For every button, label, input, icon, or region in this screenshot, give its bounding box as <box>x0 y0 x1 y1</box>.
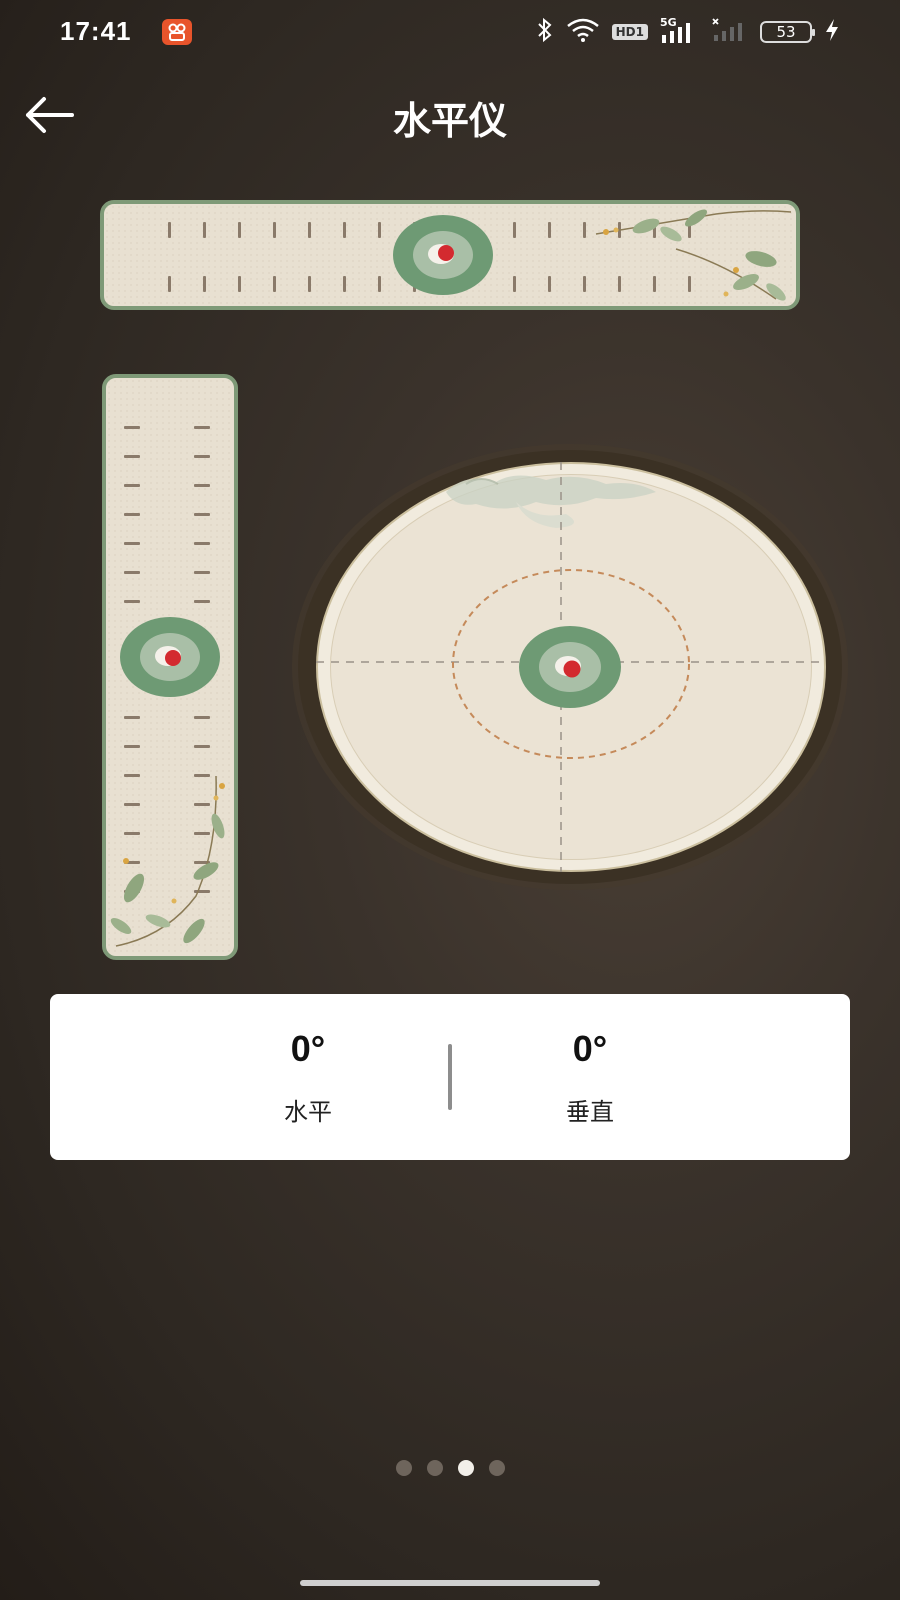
cloud-decoration <box>446 475 656 528</box>
angle-readout-card: 0° 水平 0° 垂直 <box>50 994 850 1160</box>
page-dot-active[interactable] <box>457 1460 474 1476</box>
wifi-icon <box>566 18 600 46</box>
page-indicator <box>0 1460 900 1476</box>
flower-decoration <box>595 209 792 301</box>
status-time: 17:41 <box>60 16 132 46</box>
battery-level: 53 <box>776 23 796 41</box>
circular-bubble <box>519 626 621 708</box>
page-dot[interactable] <box>426 1460 443 1476</box>
vertical-angle-value: 0° <box>572 1028 608 1069</box>
lightning-icon <box>824 17 840 47</box>
horizontal-tube-level <box>100 200 800 310</box>
vertical-tube-level <box>102 374 238 960</box>
signal-no-service-icon <box>712 17 748 47</box>
horizontal-angle-label: 水平 <box>284 1098 332 1126</box>
page-dot[interactable] <box>395 1460 412 1476</box>
bluetooth-icon <box>536 17 554 47</box>
hd-badge: HD1 <box>611 24 648 40</box>
page-title: 水平仪 <box>392 99 507 143</box>
readout-divider <box>448 1044 452 1110</box>
status-icons: HD1 5G 53 <box>536 16 840 48</box>
vertical-bubble <box>120 617 220 697</box>
camera-app-icon <box>162 19 192 45</box>
flower-decoration <box>110 775 225 947</box>
status-bar: 17:41 HD1 5G 53 <box>0 0 900 64</box>
circular-level-overlay <box>316 462 826 872</box>
horizontal-bubble <box>393 215 493 295</box>
page-dot[interactable] <box>488 1460 505 1476</box>
signal-5g-icon: 5G <box>660 16 700 45</box>
battery-icon: 53 <box>760 21 815 43</box>
signal-label: 5G <box>660 16 677 29</box>
home-indicator[interactable] <box>300 1580 600 1586</box>
horizontal-angle-value: 0° <box>290 1028 326 1069</box>
vertical-angle-label: 垂直 <box>566 1098 614 1126</box>
